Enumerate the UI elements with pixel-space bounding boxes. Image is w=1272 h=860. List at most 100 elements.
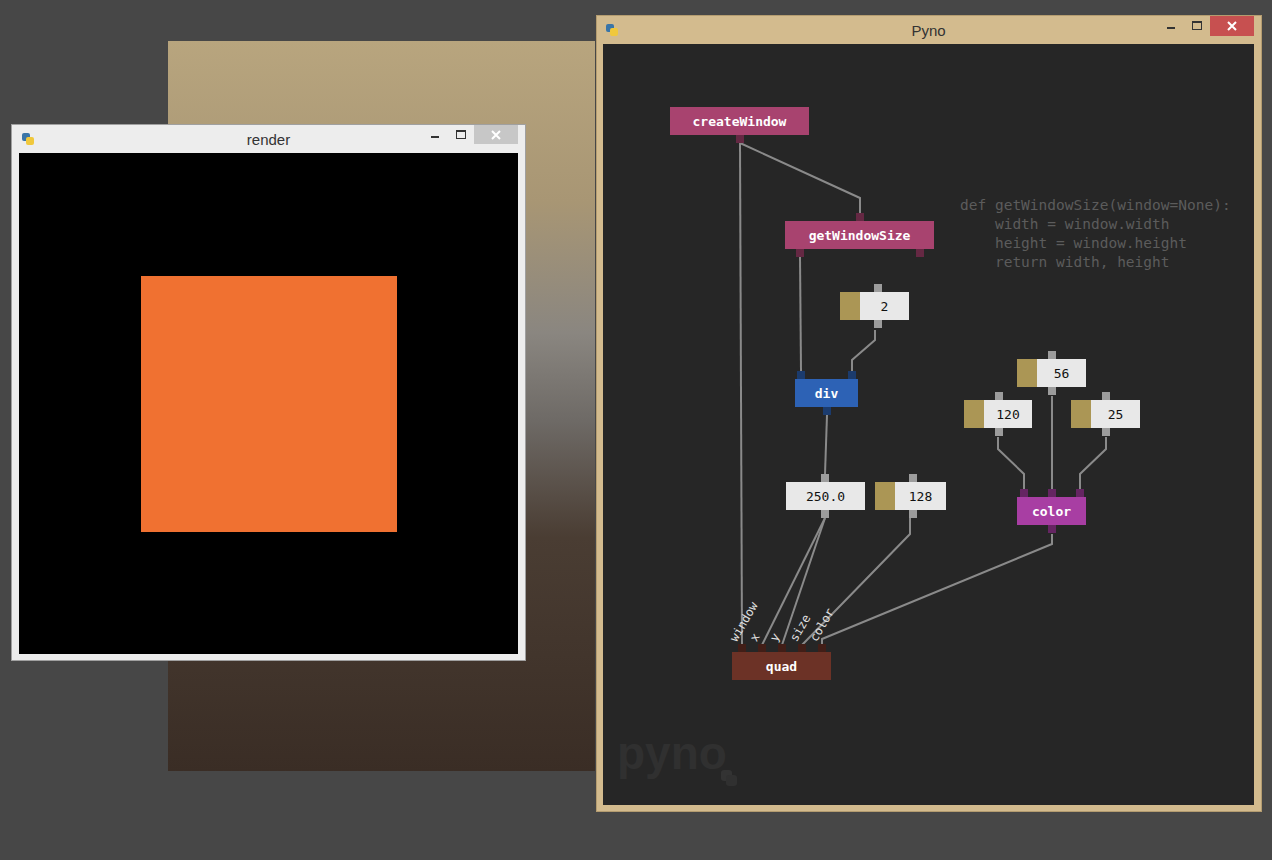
number-field[interactable]: 120 <box>984 400 1032 428</box>
output-port[interactable] <box>874 320 882 328</box>
node-body[interactable]: div <box>795 379 858 407</box>
node-label: quad <box>766 659 797 674</box>
input-port[interactable] <box>821 474 829 482</box>
drag-handle[interactable] <box>875 482 895 510</box>
drag-handle[interactable] <box>840 292 860 320</box>
input-label: y <box>767 631 783 644</box>
wire[interactable] <box>800 257 801 371</box>
wire[interactable] <box>852 330 875 371</box>
wire[interactable] <box>1080 437 1106 489</box>
output-port[interactable] <box>1048 387 1056 395</box>
input-port[interactable] <box>798 644 806 652</box>
node[interactable]: 2 <box>840 292 909 320</box>
node-body[interactable]: createWindow <box>670 107 809 135</box>
node-body[interactable]: quad <box>732 652 831 680</box>
wire[interactable] <box>740 143 742 645</box>
node-label: getWindowSize <box>809 228 911 243</box>
input-port[interactable] <box>738 644 746 652</box>
output-port[interactable] <box>909 510 917 518</box>
node[interactable]: div <box>795 379 858 407</box>
node[interactable]: 56 <box>1017 359 1086 387</box>
minimize-icon <box>431 136 439 138</box>
render-canvas <box>19 153 518 654</box>
title-bar[interactable]: Pyno <box>603 16 1254 44</box>
input-port[interactable] <box>856 213 864 221</box>
node-body[interactable]: color <box>1017 497 1086 525</box>
orange-quad <box>141 276 397 532</box>
render-window[interactable]: render <box>11 124 526 661</box>
maximize-button[interactable] <box>448 125 474 143</box>
minimize-button[interactable] <box>422 125 448 143</box>
input-label: x <box>747 631 763 644</box>
node[interactable]: quadwindowxysizecolor <box>732 652 831 680</box>
output-port[interactable] <box>736 135 744 143</box>
maximize-icon <box>456 130 466 139</box>
input-port[interactable] <box>874 284 882 292</box>
input-port[interactable] <box>1076 489 1084 497</box>
output-port[interactable] <box>823 407 831 415</box>
node-body[interactable]: getWindowSize <box>785 221 934 249</box>
node[interactable]: 25 <box>1071 400 1140 428</box>
output-port[interactable] <box>1048 525 1056 533</box>
wire[interactable] <box>998 437 1024 489</box>
watermark-text: pyno <box>617 730 727 776</box>
input-port[interactable] <box>995 392 1003 400</box>
code-line: def getWindowSize(window=None): <box>960 196 1231 215</box>
number-field[interactable]: 25 <box>1091 400 1140 428</box>
input-port[interactable] <box>758 644 766 652</box>
input-label: color <box>807 606 837 644</box>
number-field[interactable]: 56 <box>1037 359 1086 387</box>
node-canvas[interactable]: pyno def getWindowSize(window=None): widt… <box>603 44 1254 805</box>
watermark: pyno <box>617 730 739 776</box>
input-port[interactable] <box>778 644 786 652</box>
node[interactable]: color <box>1017 497 1086 525</box>
input-port[interactable] <box>909 474 917 482</box>
input-port[interactable] <box>1048 351 1056 359</box>
output-port[interactable] <box>1102 428 1110 436</box>
python-icon <box>21 132 35 146</box>
code-line: return width, height <box>960 253 1231 272</box>
drag-handle[interactable] <box>1071 400 1091 428</box>
wire[interactable] <box>1051 396 1053 489</box>
output-port[interactable] <box>916 249 924 257</box>
node-label: createWindow <box>693 114 787 129</box>
node-label: color <box>1032 504 1071 519</box>
number-field[interactable]: 128 <box>895 482 946 510</box>
node[interactable]: 128 <box>875 482 946 510</box>
output-port[interactable] <box>821 510 829 518</box>
node[interactable]: 120 <box>964 400 1032 428</box>
output-port[interactable] <box>796 249 804 257</box>
close-icon <box>1227 21 1237 31</box>
drag-handle[interactable] <box>964 400 984 428</box>
code-preview: def getWindowSize(window=None): width = … <box>960 196 1231 272</box>
number-field[interactable]: 2 <box>860 292 909 320</box>
close-button[interactable] <box>1210 16 1254 36</box>
output-port[interactable] <box>995 428 1003 436</box>
window-title: Pyno <box>603 22 1254 39</box>
minimize-button[interactable] <box>1158 16 1184 34</box>
node[interactable]: createWindow <box>670 107 809 135</box>
node[interactable]: 250.0 <box>786 482 865 510</box>
input-port[interactable] <box>797 371 805 379</box>
node[interactable]: getWindowSize <box>785 221 934 249</box>
window-title: render <box>19 131 518 148</box>
wire[interactable] <box>825 415 827 474</box>
maximize-icon <box>1192 21 1202 30</box>
input-port[interactable] <box>1102 392 1110 400</box>
python-logo-icon <box>719 768 739 788</box>
python-icon <box>605 23 619 37</box>
input-port[interactable] <box>1048 489 1056 497</box>
maximize-button[interactable] <box>1184 16 1210 34</box>
input-port[interactable] <box>848 371 856 379</box>
title-bar[interactable]: render <box>19 125 518 153</box>
input-port[interactable] <box>1020 489 1028 497</box>
wire[interactable] <box>740 143 860 213</box>
input-port[interactable] <box>818 644 826 652</box>
drag-handle[interactable] <box>1017 359 1037 387</box>
pyno-window[interactable]: Pyno pyno def getWindowSize(window=None): … <box>596 15 1262 812</box>
value-field: 250.0 <box>786 482 865 510</box>
wires <box>603 44 1254 805</box>
minimize-icon <box>1167 27 1175 29</box>
close-button[interactable] <box>474 125 518 144</box>
wire[interactable] <box>822 534 1052 645</box>
